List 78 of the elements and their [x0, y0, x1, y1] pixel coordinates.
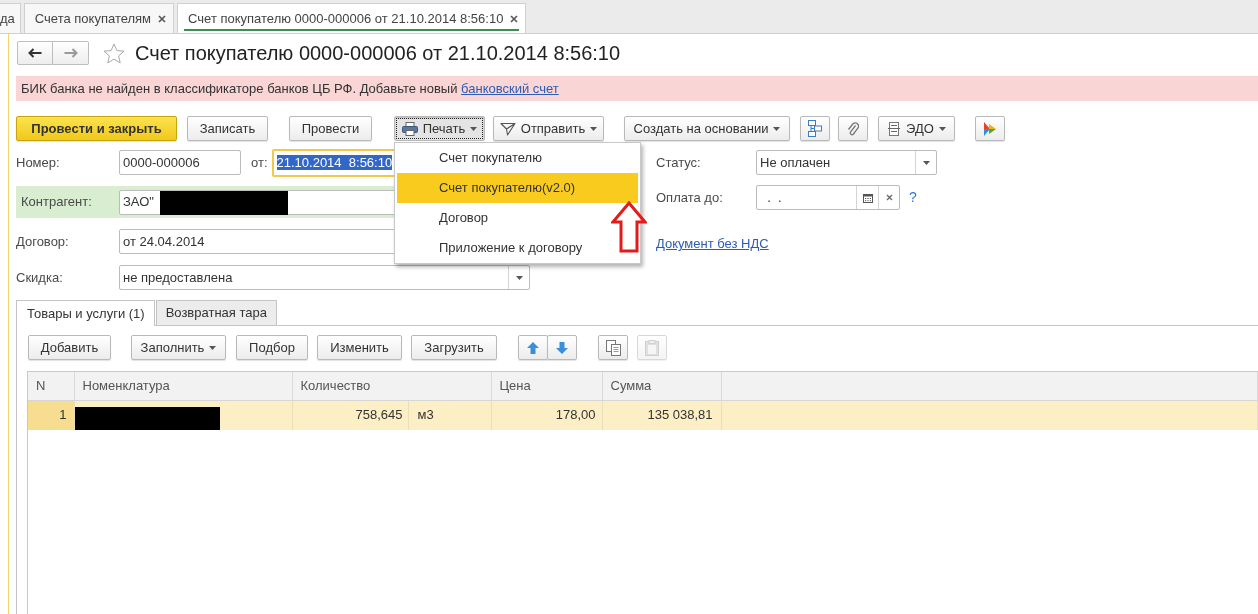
play-icon — [983, 120, 997, 137]
caret-icon — [590, 126, 598, 131]
close-icon[interactable] — [158, 14, 167, 23]
table-cell: 178,00 — [491, 400, 602, 430]
table-button[interactable]: Подбор — [236, 335, 308, 360]
table-cell: м3 — [408, 400, 491, 430]
document-title: Счет покупателю 0000-000006 от 21.10.2014 8:56:10 — [135, 41, 621, 65]
star-icon[interactable] — [103, 42, 125, 64]
field-label: от: — [251, 154, 268, 171]
column-header: Количество — [292, 372, 491, 400]
table-cell: 135 038,81 — [602, 400, 721, 430]
outline-arrow-icon — [611, 201, 647, 253]
column-header: Сумма — [602, 372, 721, 400]
back-button[interactable] — [17, 41, 53, 65]
warning-message: БИК банка не найден в классификаторе банков ЦБ РФ. Добавьте новый банковский счет — [21, 80, 559, 97]
printer-icon — [401, 121, 418, 136]
table-cell: 1 — [28, 400, 74, 430]
hierarchy-button[interactable] — [800, 116, 830, 141]
section-tab[interactable]: Возвратная тара — [155, 300, 277, 325]
field-label: Оплата до: — [656, 189, 724, 206]
move-up-button[interactable] — [518, 335, 548, 360]
send-button[interactable]: Отправить — [493, 116, 604, 141]
caret-icon — [938, 126, 946, 131]
caret-icon — [470, 126, 478, 131]
back-arrow-icon — [28, 48, 42, 58]
print-button[interactable]: Печать — [394, 116, 485, 141]
clipboard-icon — [645, 339, 659, 356]
menu-item[interactable]: Счет покупателю — [397, 143, 638, 173]
status-field[interactable]: Не оплачен — [756, 150, 937, 175]
move-down-button[interactable] — [547, 335, 577, 360]
create-based-on-button[interactable]: Создать на основании — [624, 116, 790, 141]
field-label: Договор: — [16, 233, 70, 250]
edo-button[interactable]: ЭДО — [878, 116, 955, 141]
up-arrow-icon — [527, 341, 539, 354]
field-label: Скидка: — [16, 269, 64, 286]
column-header: N — [28, 372, 74, 400]
down-arrow-icon — [556, 341, 568, 354]
field-label: Статус: — [656, 154, 702, 171]
close-icon — [885, 194, 893, 201]
post-button[interactable]: Провести — [289, 116, 372, 141]
no-vat-link[interactable]: Документ без НДС — [656, 236, 769, 251]
copy-icon — [605, 339, 621, 356]
paper-plane-icon — [499, 121, 516, 136]
table-row[interactable]: 1 758,645 м3 178,00 135 038,81 — [28, 400, 1258, 430]
close-icon[interactable] — [510, 14, 519, 23]
forward-arrow-icon — [63, 48, 78, 58]
hierarchy-icon — [808, 120, 822, 137]
menu-item[interactable]: Счет покупателю(v2.0) — [397, 173, 638, 203]
paperclip-icon — [847, 120, 859, 137]
table-button[interactable]: Загрузить — [411, 335, 497, 360]
calendar-icon — [862, 192, 873, 203]
column-header: Цена — [491, 372, 602, 400]
bank-account-link[interactable]: банковский счет — [461, 80, 559, 96]
discount-field[interactable]: не предоставлена — [119, 265, 530, 290]
caret-icon — [209, 345, 217, 350]
post-and-close-button[interactable]: Провести и закрыть — [16, 116, 177, 141]
document-tab[interactable]: Счета покупателям — [23, 3, 175, 33]
document-tab[interactable]: Счет покупателю 0000-000006 от 21.10.2014 8:56:10 — [177, 3, 527, 33]
field-label: Контрагент: — [21, 194, 93, 210]
fill-button[interactable]: Заполнить — [131, 335, 226, 360]
table-button[interactable]: Изменить — [317, 335, 402, 360]
save-button[interactable]: Записать — [187, 116, 268, 141]
run-button[interactable] — [975, 116, 1005, 141]
caret-icon — [773, 126, 781, 131]
table-button[interactable]: Добавить — [28, 335, 111, 360]
section-tab[interactable]: Товары и услуги (1) — [16, 300, 155, 326]
number-field[interactable]: 0000-000006 — [119, 150, 241, 175]
attachment-button[interactable] — [838, 116, 868, 141]
field-label: Номер: — [16, 154, 61, 171]
table-cell: 758,645 — [292, 400, 408, 430]
caret-icon — [515, 275, 523, 280]
pay-until-field[interactable]: . . — [756, 185, 900, 210]
document-lines-icon — [887, 121, 902, 136]
caret-icon — [922, 160, 930, 165]
help-link[interactable]: ? — [909, 189, 917, 206]
copy-button[interactable] — [598, 335, 628, 360]
document-tab[interactable]: да — [0, 3, 21, 33]
column-header: Номенклатура — [74, 372, 292, 400]
